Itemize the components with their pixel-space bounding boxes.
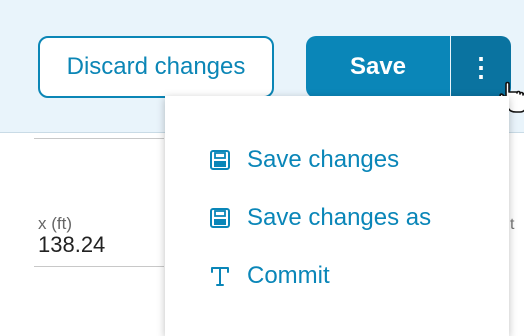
menu-item-label: Save changes — [247, 146, 400, 173]
save-options-menu: Save changes Save changes as Commit — [165, 96, 509, 336]
next-field-label-partial: t — [510, 216, 515, 233]
menu-item-save-changes-as[interactable]: Save changes as — [209, 198, 431, 238]
floppy-disk-icon — [210, 208, 230, 228]
menu-item-save-changes[interactable]: Save changes — [209, 140, 399, 180]
field-label-x: x (ft) — [38, 214, 72, 233]
field-divider — [34, 138, 164, 139]
field-underline — [34, 266, 164, 267]
floppy-disk-icon — [210, 150, 230, 170]
save-button[interactable]: Save — [306, 36, 450, 98]
more-options-icon: ⋮ — [468, 52, 494, 82]
field-value-x: 138.24 — [38, 232, 106, 257]
commit-icon — [211, 267, 229, 286]
discard-changes-button[interactable]: Discard changes — [38, 36, 274, 98]
menu-item-label: Save changes as — [247, 204, 432, 231]
menu-item-label: Commit — [247, 262, 330, 289]
menu-item-commit[interactable]: Commit — [209, 256, 330, 296]
